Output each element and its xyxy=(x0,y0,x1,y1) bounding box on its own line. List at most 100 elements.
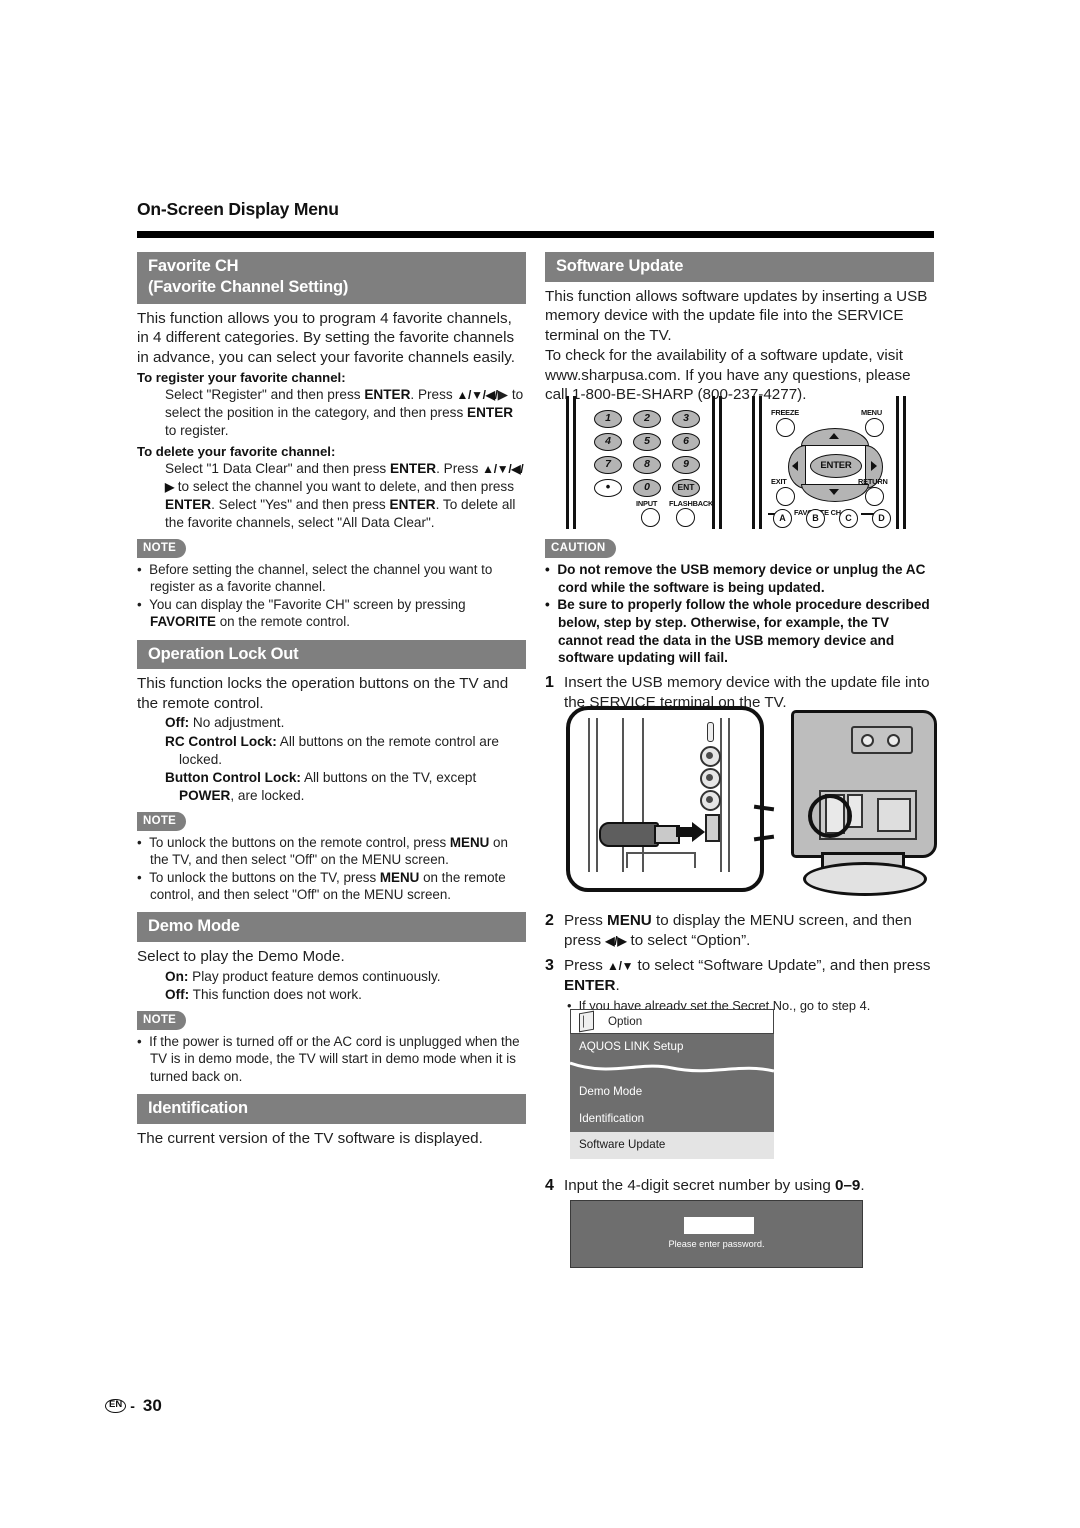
delete-text-3: to select the channel you want to delete… xyxy=(173,478,515,494)
favorite-ch-register-label: To register your favorite channel: xyxy=(137,370,346,386)
section-heading-software-update: Software Update xyxy=(545,252,934,282)
remote-control-figure: 1 2 3 4 5 6 7 8 9 • 0 ENT INPUT FLASHBAC… xyxy=(566,396,906,529)
note-item: To unlock the buttons on the TV, press M… xyxy=(137,869,526,904)
usb-memory-device xyxy=(599,822,659,847)
remote-key-3[interactable]: 3 xyxy=(672,410,700,428)
remote-button-return[interactable] xyxy=(865,487,884,506)
password-prompt: Please enter password. xyxy=(668,1239,765,1249)
step-1-number: 1 xyxy=(545,673,554,691)
password-input[interactable] xyxy=(684,1217,754,1234)
osd-option-menu: Option AQUOS LINK Setup Demo Mode Identi… xyxy=(570,1009,774,1159)
remote-button-menu[interactable] xyxy=(865,418,884,437)
s2-c: to select “Option”. xyxy=(626,931,751,949)
opt-btn-text-b: , are locked. xyxy=(230,787,305,803)
note-badge-demo-mode: NOTE xyxy=(137,1010,187,1030)
remote-button-freeze[interactable] xyxy=(776,418,795,437)
note-item: If the power is turned off or the AC cor… xyxy=(137,1033,526,1085)
register-enter-1: ENTER xyxy=(364,387,411,403)
remote-button-enter[interactable]: ENTER xyxy=(810,454,862,478)
software-update-para-1: This function allows software updates by… xyxy=(545,287,928,344)
operation-lock-option-rc: RC Control Lock: All buttons on the remo… xyxy=(165,733,526,769)
delete-text-2: . Press xyxy=(436,460,483,476)
tv-mount-hole-2 xyxy=(887,734,900,747)
note-2b: on the remote control. xyxy=(215,614,350,630)
step-3: 3 Press ▲/▼ to select “Software Update”,… xyxy=(545,956,937,995)
delete-enter-3: ENTER xyxy=(389,496,436,512)
delete-enter-1: ENTER xyxy=(390,460,437,476)
caution-item: Be sure to properly follow the whole pro… xyxy=(545,596,937,667)
remote-key-2[interactable]: 2 xyxy=(633,410,661,428)
demo-mode-option-off: Off: This function does not work. xyxy=(165,986,526,1004)
remote-label-input: INPUT xyxy=(636,499,658,508)
remote-key-1[interactable]: 1 xyxy=(594,410,622,428)
osd-item-aquos-link-setup[interactable]: AQUOS LINK Setup xyxy=(570,1034,774,1061)
remote-key-5[interactable]: 5 xyxy=(633,433,661,451)
step-3-number: 3 xyxy=(545,957,554,975)
title-rule xyxy=(137,231,934,238)
note-item: Before setting the channel, select the c… xyxy=(137,561,526,596)
remote-button-b[interactable]: B xyxy=(806,509,825,528)
operation-lock-option-off: Off: No adjustment. xyxy=(165,714,526,732)
operation-lock-intro: This function locks the operation button… xyxy=(137,675,509,712)
s3-arrows: ▲/▼ xyxy=(607,959,634,974)
remote-key-0[interactable]: 0 xyxy=(633,479,661,497)
remote-button-a[interactable]: A xyxy=(773,509,792,528)
ol-note-1-bold: MENU xyxy=(449,834,490,850)
remote-key-dot[interactable]: • xyxy=(594,479,622,497)
s3-c: . xyxy=(615,976,620,994)
remote-key-7[interactable]: 7 xyxy=(594,456,622,474)
caution-list: Do not remove the USB memory device or u… xyxy=(545,561,937,667)
ol-note-1a: To unlock the buttons on the remote cont… xyxy=(149,834,450,850)
tv-terminal-group-3 xyxy=(877,798,911,832)
osd-item-identification[interactable]: Identification xyxy=(570,1106,774,1133)
insert-arrowhead-icon xyxy=(692,822,705,842)
remote-button-exit[interactable] xyxy=(776,487,795,506)
remote-dpad-down-arrow-icon xyxy=(829,489,839,495)
remote-label-exit: EXIT xyxy=(771,477,787,486)
demo-off-label: Off: xyxy=(165,986,190,1002)
section-heading-identification: Identification xyxy=(137,1093,526,1124)
caution-badge: CAUTION xyxy=(545,539,616,558)
ol-note-2a: To unlock the buttons on the TV, press xyxy=(149,869,380,885)
remote-label-flashback: FLASHBACK xyxy=(669,499,714,508)
osd-item-software-update[interactable]: Software Update xyxy=(570,1132,774,1159)
remote-label-return: RETURN xyxy=(858,477,888,486)
step-4: 4 Input the 4-digit secret number by usi… xyxy=(545,1176,937,1197)
opt-btn-text-a: All buttons on the TV, except xyxy=(300,769,477,785)
osd-top-label: Option xyxy=(608,1015,643,1028)
opt-btn-label: Button Control Lock: xyxy=(165,769,301,785)
language-badge: EN xyxy=(105,1398,127,1414)
caution-item: Do not remove the USB memory device or u… xyxy=(545,561,937,596)
section-heading-favorite-ch: Favorite CH (Favorite Channel Setting) xyxy=(137,252,526,304)
service-port-callout-circle xyxy=(808,794,852,838)
step-2: 2 Press MENU to display the MENU screen,… xyxy=(545,911,937,950)
register-enter-2: ENTER xyxy=(467,405,514,421)
note-list-demo-mode: If the power is turned off or the AC cor… xyxy=(137,1033,526,1085)
remote-key-9[interactable]: 9 xyxy=(672,456,700,474)
password-dialog: Please enter password. xyxy=(570,1200,863,1268)
footer-dash: - xyxy=(130,1398,135,1414)
remote-key-4[interactable]: 4 xyxy=(594,433,622,451)
register-text-2: . Press xyxy=(410,387,457,403)
step-4-block: 4 Input the 4-digit secret number by usi… xyxy=(545,1176,937,1197)
osd-item-demo-mode[interactable]: Demo Mode xyxy=(570,1079,774,1106)
note-badge-favorite-ch: NOTE xyxy=(137,539,187,558)
s2-a: Press xyxy=(564,912,608,929)
step-4-text: Input the 4-digit secret number by using… xyxy=(564,1176,937,1197)
step-2-number: 2 xyxy=(545,912,554,929)
favorite-ch-intro: This function allows you to program 4 fa… xyxy=(137,309,515,366)
av-jack-1 xyxy=(700,746,721,767)
remote-button-flashback[interactable] xyxy=(676,508,695,527)
favorite-ch-heading-line2: (Favorite Channel Setting) xyxy=(148,277,349,296)
remote-key-6[interactable]: 6 xyxy=(672,433,700,451)
remote-button-d[interactable]: D xyxy=(872,509,891,528)
operation-lock-option-button: Button Control Lock: All buttons on the … xyxy=(165,769,526,805)
remote-button-c[interactable]: C xyxy=(839,509,858,528)
av-jack-2 xyxy=(700,768,721,789)
s3-a: Press xyxy=(564,957,608,975)
remote-key-8[interactable]: 8 xyxy=(633,456,661,474)
delete-enter-2: ENTER xyxy=(165,496,212,512)
step-2-text: Press MENU to display the MENU screen, a… xyxy=(564,911,937,950)
remote-button-input[interactable] xyxy=(641,508,660,527)
remote-key-ent[interactable]: ENT xyxy=(672,479,700,497)
